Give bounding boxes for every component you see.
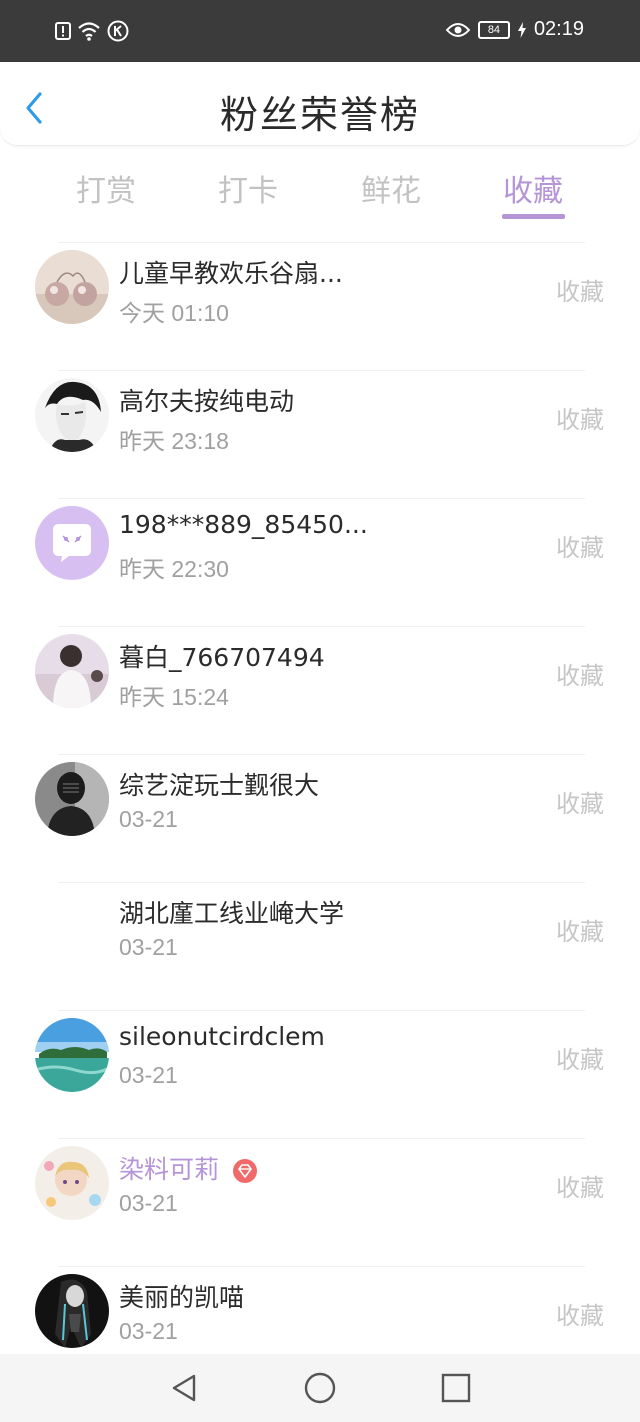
action-label: 收藏 <box>556 918 604 946</box>
divider <box>58 242 585 243</box>
clock: 02:19 <box>533 18 584 40</box>
battery-icon: 84 <box>477 20 510 39</box>
list-item[interactable]: 198***889_85450... 昨天 22:30 收藏 <box>0 498 640 626</box>
action-label: 收藏 <box>556 1046 604 1074</box>
divider <box>58 882 585 883</box>
header: 粉丝荣誉榜 <box>0 62 640 146</box>
tab-flowers[interactable]: 鲜花 <box>341 166 441 210</box>
tab-reward[interactable]: 打赏 <box>56 166 156 210</box>
home-circle-icon[interactable] <box>302 1370 338 1406</box>
fan-time: 今天 01:10 <box>119 300 229 326</box>
avatar[interactable] <box>35 1018 109 1092</box>
action-label: 收藏 <box>556 406 604 434</box>
list-item[interactable]: 暮白_766707494 昨天 15:24 收藏 <box>0 626 640 754</box>
avatar[interactable] <box>35 762 109 836</box>
divider <box>58 1138 585 1139</box>
fan-name: 暮白_766707494 <box>119 643 325 672</box>
fan-name: 198***889_85450... <box>119 510 368 539</box>
status-bar: 84 02:19 <box>0 0 640 62</box>
fan-name: 湖北廑工线业崦大学 <box>119 899 345 928</box>
fan-time: 03-21 <box>119 1062 178 1088</box>
avatar[interactable] <box>35 506 109 580</box>
divider <box>58 626 585 627</box>
divider <box>58 498 585 499</box>
status-right-icons: 84 02:19 <box>445 18 584 41</box>
status-left-icons <box>55 20 129 42</box>
avatar[interactable] <box>35 378 109 452</box>
list-item[interactable]: 高尔夫按纯电动 昨天 23:18 收藏 <box>0 370 640 498</box>
fans-list: 儿童早教欢乐谷扇... 今天 01:10 收藏 高尔夫按纯电动 昨天 23:18… <box>0 242 640 1394</box>
alert-icon <box>55 22 71 40</box>
fan-time: 03-21 <box>119 806 178 832</box>
fan-time: 03-21 <box>119 934 178 960</box>
action-label: 收藏 <box>556 1302 604 1330</box>
wifi-icon <box>78 22 100 41</box>
list-item[interactable]: 湖北廑工线业崦大学 03-21 收藏 <box>0 882 640 1010</box>
list-item[interactable]: sileonutcirdclem 03-21 收藏 <box>0 1010 640 1138</box>
action-label: 收藏 <box>556 1174 604 1202</box>
divider <box>58 370 585 371</box>
fan-time: 昨天 23:18 <box>119 428 229 454</box>
eye-icon <box>445 22 470 37</box>
page-title: 粉丝荣誉榜 <box>219 93 420 137</box>
active-tab-indicator <box>502 214 565 219</box>
tab-favorites[interactable]: 收藏 <box>483 166 583 210</box>
list-item[interactable]: 综艺淀玩士觐很大 03-21 收藏 <box>0 754 640 882</box>
system-nav-bar <box>0 1354 640 1422</box>
avatar[interactable] <box>35 1274 109 1348</box>
avatar[interactable] <box>35 250 109 324</box>
action-label: 收藏 <box>556 278 604 306</box>
back-triangle-icon[interactable] <box>166 1370 202 1406</box>
list-item[interactable]: 染料可莉 03-21 收藏 <box>0 1138 640 1266</box>
fan-name: 染料可莉 <box>119 1155 220 1184</box>
divider <box>58 754 585 755</box>
fan-name: 儿童早教欢乐谷扇... <box>119 259 343 288</box>
fan-time: 昨天 15:24 <box>119 684 229 710</box>
fan-time: 昨天 22:30 <box>119 556 229 582</box>
fan-name: 综艺淀玩士觐很大 <box>119 771 320 800</box>
fan-time: 03-21 <box>119 1190 178 1216</box>
k-icon <box>107 20 129 42</box>
recents-square-icon[interactable] <box>438 1370 474 1406</box>
fan-name: 高尔夫按纯电动 <box>119 387 295 416</box>
avatar[interactable] <box>35 890 109 964</box>
action-label: 收藏 <box>556 790 604 818</box>
avatar[interactable] <box>35 634 109 708</box>
divider <box>58 1266 585 1267</box>
fan-name: sileonutcirdclem <box>119 1022 325 1051</box>
action-label: 收藏 <box>556 662 604 690</box>
charging-icon <box>517 21 526 38</box>
action-label: 收藏 <box>556 534 604 562</box>
fan-name: 美丽的凯喵 <box>119 1283 245 1312</box>
fan-time: 03-21 <box>119 1318 178 1344</box>
tab-checkin[interactable]: 打卡 <box>198 166 298 210</box>
avatar[interactable] <box>35 1146 109 1220</box>
tab-bar: 打赏 打卡 鲜花 收藏 <box>0 160 640 226</box>
divider <box>58 1010 585 1011</box>
diamond-badge-icon <box>233 1159 257 1183</box>
list-item[interactable]: 儿童早教欢乐谷扇... 今天 01:10 收藏 <box>0 242 640 370</box>
